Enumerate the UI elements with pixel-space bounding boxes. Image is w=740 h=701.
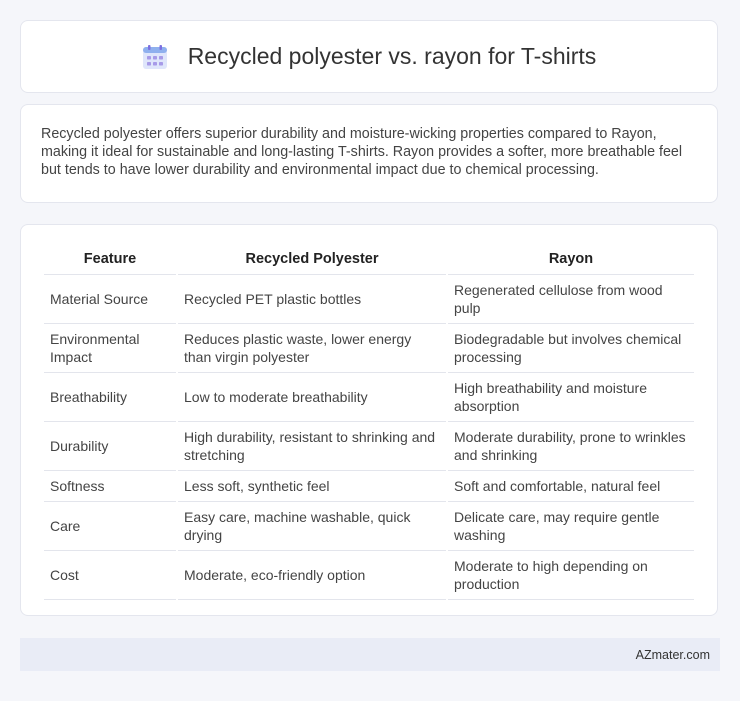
polyester-cell: Reduces plastic waste, lower energy than…: [178, 324, 446, 373]
table-row: Care Easy care, machine washable, quick …: [44, 502, 694, 551]
polyester-cell: Moderate, eco-friendly option: [178, 551, 446, 600]
feature-cell: Environmental Impact: [44, 324, 176, 373]
polyester-cell: High durability, resistant to shrinking …: [178, 422, 446, 471]
polyester-cell: Recycled PET plastic bottles: [178, 275, 446, 324]
table-row: Cost Moderate, eco-friendly option Moder…: [44, 551, 694, 600]
title-card: Recycled polyester vs. rayon for T-shirt…: [20, 20, 718, 93]
footer-brand[interactable]: AZmater.com: [636, 648, 710, 662]
feature-cell: Durability: [44, 422, 176, 471]
summary-text: Recycled polyester offers superior durab…: [41, 126, 683, 178]
table-row: Material Source Recycled PET plastic bot…: [44, 275, 694, 324]
polyester-cell: Easy care, machine washable, quick dryin…: [178, 502, 446, 551]
table-header-row: Feature Recycled Polyester Rayon: [44, 243, 694, 275]
feature-cell: Breathability: [44, 373, 176, 422]
page-title: Recycled polyester vs. rayon for T-shirt…: [187, 43, 597, 69]
feature-cell: Cost: [44, 551, 176, 600]
feature-cell: Material Source: [44, 275, 176, 324]
calendar-icon: [142, 44, 167, 69]
table-row: Breathability Low to moderate breathabil…: [44, 373, 694, 422]
header-recycled-polyester: Recycled Polyester: [178, 243, 446, 275]
comparison-table-card: Feature Recycled Polyester Rayon Materia…: [20, 224, 718, 616]
rayon-cell: Regenerated cellulose from wood pulp: [448, 275, 694, 324]
polyester-cell: Low to moderate breathability: [178, 373, 446, 422]
rayon-cell: Delicate care, may require gentle washin…: [448, 502, 694, 551]
rayon-cell: High breathability and moisture absorpti…: [448, 373, 694, 422]
footer: AZmater.com: [20, 638, 720, 671]
polyester-cell: Less soft, synthetic feel: [178, 471, 446, 502]
feature-cell: Care: [44, 502, 176, 551]
header-feature: Feature: [44, 243, 176, 275]
feature-cell: Softness: [44, 471, 176, 502]
rayon-cell: Biodegradable but involves chemical proc…: [448, 324, 694, 373]
rayon-cell: Moderate to high depending on production: [448, 551, 694, 600]
header-rayon: Rayon: [448, 243, 694, 275]
rayon-cell: Soft and comfortable, natural feel: [448, 471, 694, 502]
table-row: Durability High durability, resistant to…: [44, 422, 694, 471]
comparison-table: Feature Recycled Polyester Rayon Materia…: [42, 243, 696, 600]
table-row: Softness Less soft, synthetic feel Soft …: [44, 471, 694, 502]
table-row: Environmental Impact Reduces plastic was…: [44, 324, 694, 373]
rayon-cell: Moderate durability, prone to wrinkles a…: [448, 422, 694, 471]
summary-card: Recycled polyester offers superior durab…: [20, 104, 718, 203]
